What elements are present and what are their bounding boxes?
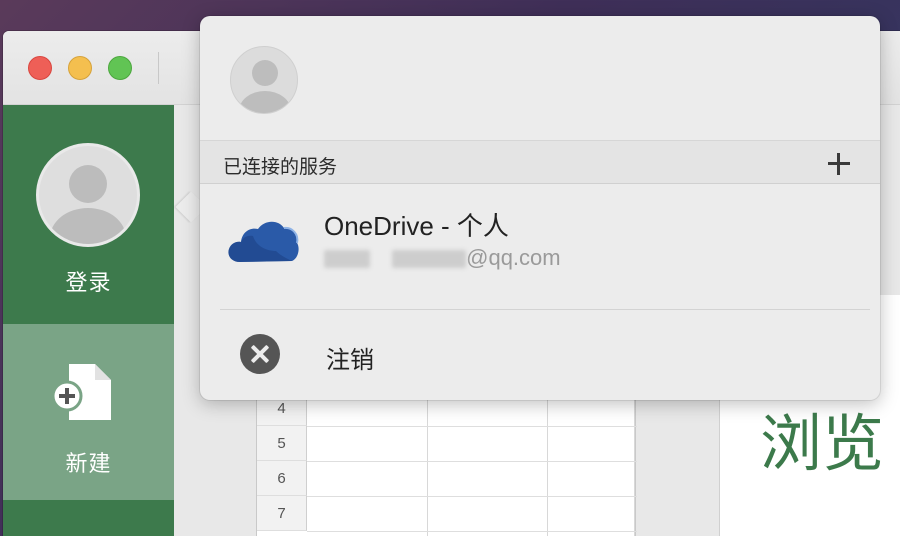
- login-label: 登录: [65, 270, 112, 295]
- grid-line: [634, 391, 635, 536]
- onedrive-cloud-icon: [226, 218, 300, 269]
- sidebar-item-login[interactable]: 登录: [3, 105, 174, 324]
- sidebar: 登录 新建: [3, 105, 174, 536]
- service-name: OneDrive - 个人: [324, 211, 509, 241]
- redacted-text: [392, 250, 467, 269]
- signout-label: 注销: [326, 347, 374, 374]
- close-window-button[interactable]: [28, 56, 52, 80]
- zoom-window-button[interactable]: [108, 56, 132, 80]
- account-email-suffix: @qq.com: [466, 245, 561, 270]
- service-row-onedrive[interactable]: OneDrive - 个人 @qq.com: [200, 185, 880, 309]
- account-avatar-icon: [230, 46, 298, 114]
- sidebar-bottom: [3, 500, 174, 536]
- account-popover: 已连接的服务 OneDrive - 个人 @qq.com 注销: [200, 16, 880, 400]
- minimize-window-button[interactable]: [68, 56, 92, 80]
- new-document-icon: [51, 362, 117, 429]
- titlebar-divider: [158, 52, 159, 84]
- grid-line: [307, 496, 637, 497]
- signout-row[interactable]: 注销: [200, 310, 880, 400]
- redacted-text: [324, 250, 370, 269]
- blank-workbook-thumbnail[interactable]: 4 5 6 7: [256, 390, 637, 536]
- add-service-button[interactable]: [826, 151, 852, 177]
- connected-services-header: 已连接的服务: [200, 140, 880, 184]
- grid-line: [547, 391, 548, 536]
- service-account: @qq.com: [324, 245, 561, 271]
- grid-line: [307, 531, 637, 532]
- grid-line: [307, 426, 637, 427]
- grid-line: [307, 461, 637, 462]
- browse-heading: 浏览: [760, 407, 885, 480]
- user-avatar-icon: [36, 143, 140, 247]
- connected-services-title: 已连接的服务: [223, 157, 338, 178]
- row-header: 7: [257, 496, 307, 531]
- row-header: 5: [257, 426, 307, 461]
- grid-line: [427, 391, 428, 536]
- close-circle-icon: [240, 334, 280, 374]
- row-header: 6: [257, 461, 307, 496]
- new-label: 新建: [65, 451, 112, 476]
- sidebar-item-new[interactable]: 新建: [3, 324, 174, 500]
